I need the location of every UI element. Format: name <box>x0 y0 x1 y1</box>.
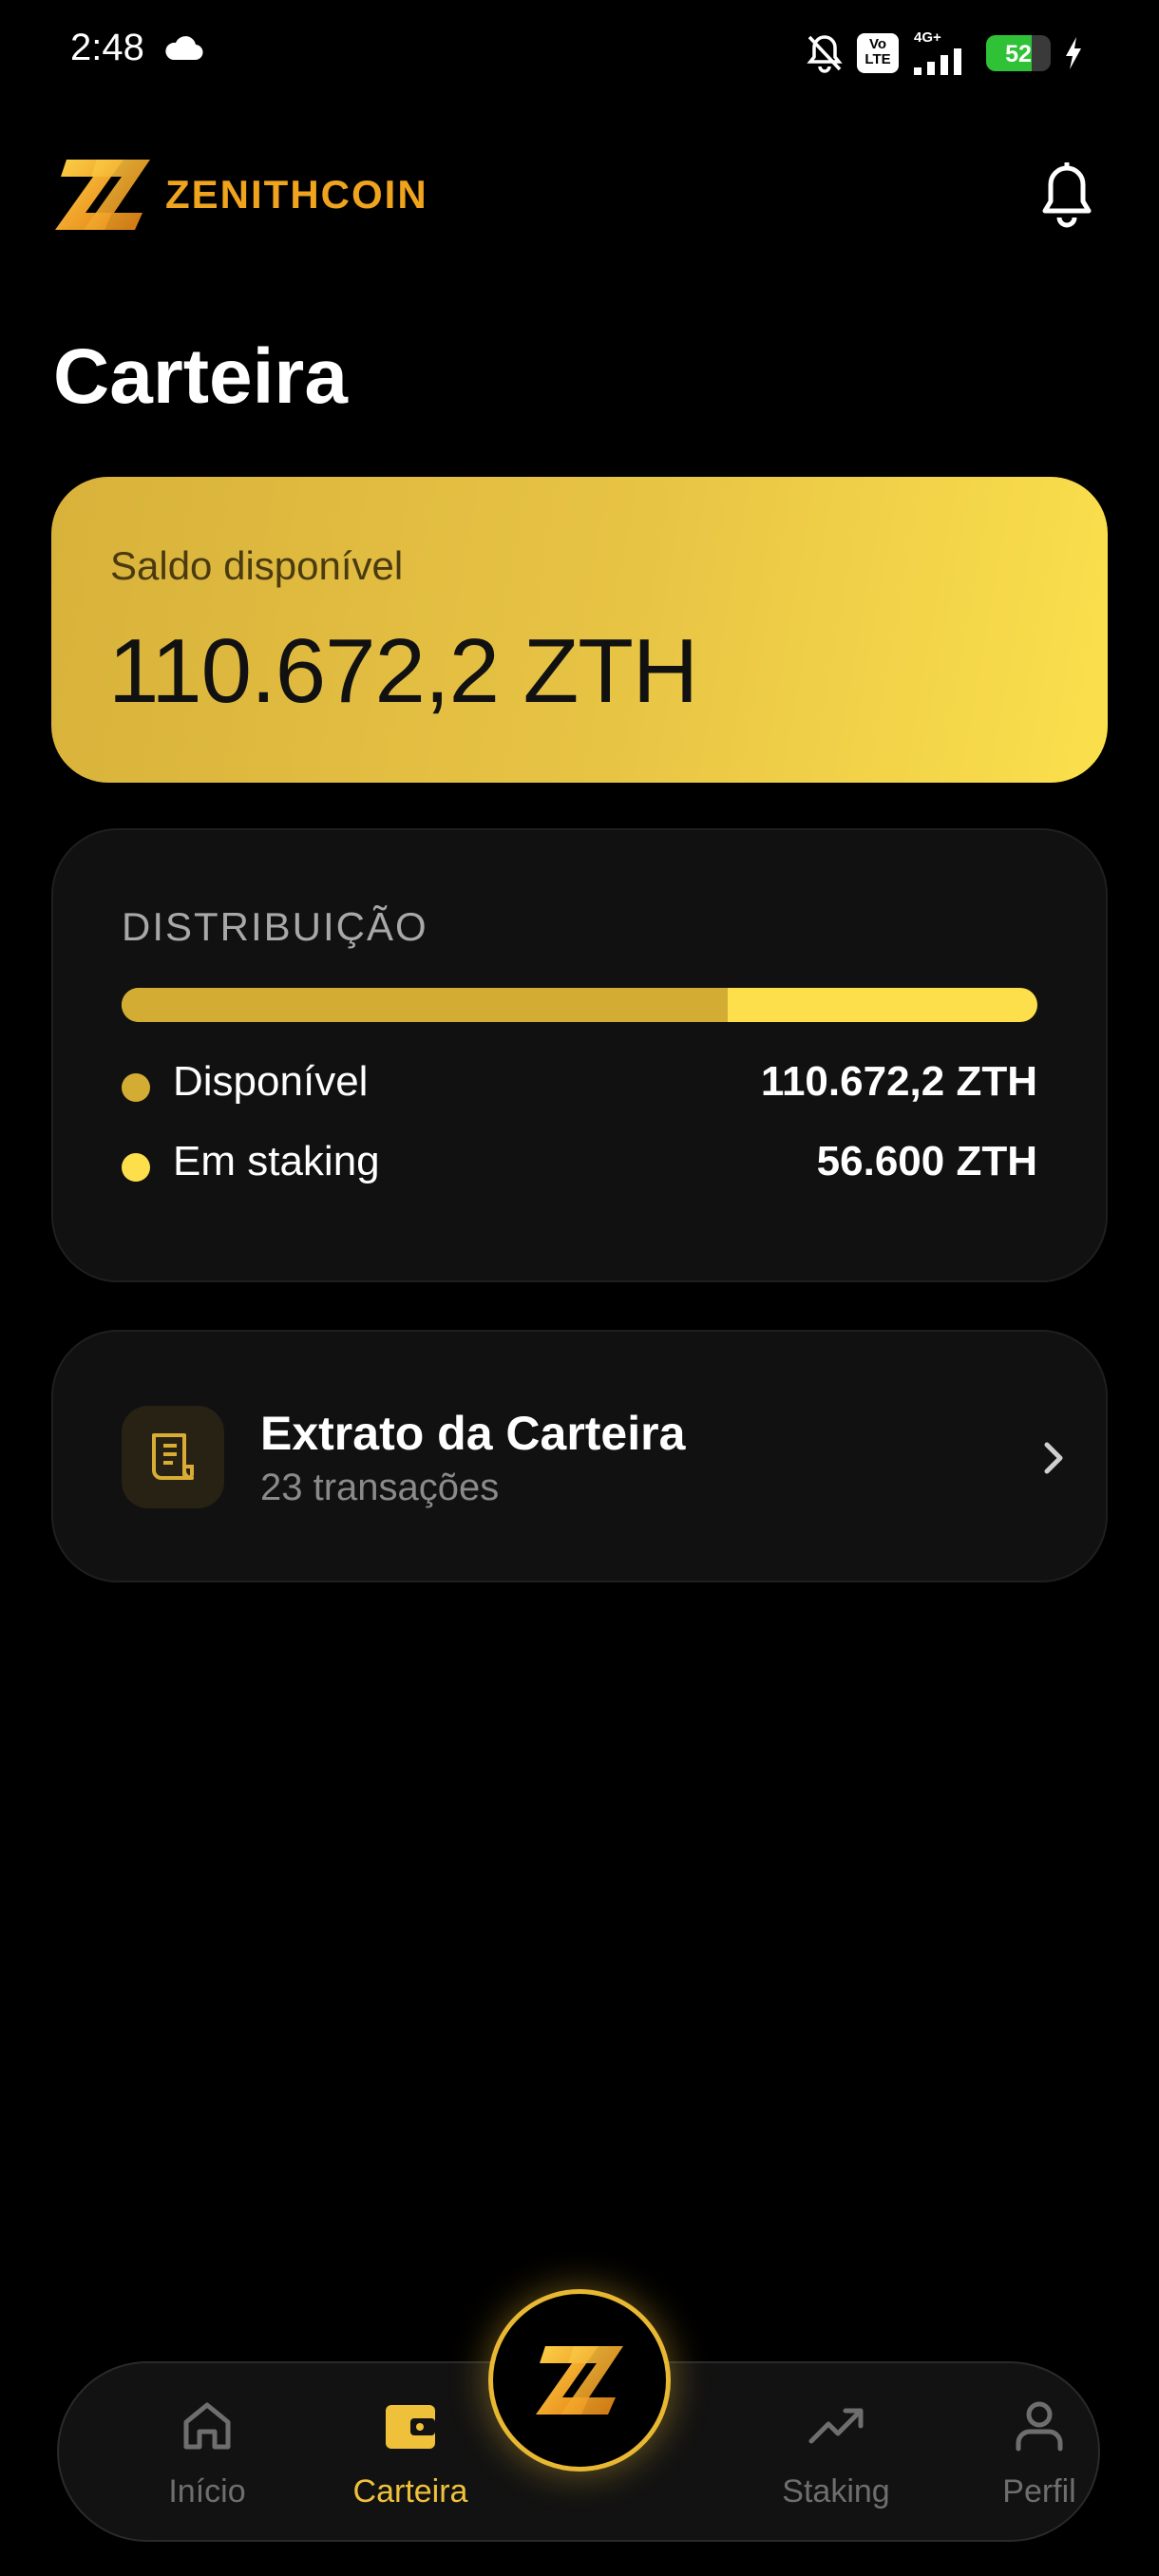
network-type: 4G+ <box>914 29 941 46</box>
distribution-card: DISTRIBUIÇÃO Disponível 110.672,2 ZTH Em… <box>51 828 1108 1282</box>
distribution-bar-available <box>122 988 729 1022</box>
nav-label: Início <box>168 2473 246 2510</box>
receipt-icon <box>152 1433 194 1480</box>
legend-dot-staking <box>122 1153 150 1182</box>
balance-card: Saldo disponível 110.672,2 ZTH <box>51 477 1108 783</box>
wallet-statement-card[interactable]: Extrato da Carteira 23 transações <box>51 1330 1108 1582</box>
volte-badge: Vo LTE <box>857 33 899 73</box>
zenithcoin-logo-mark <box>55 160 150 230</box>
statement-title: Extrato da Carteira <box>260 1407 686 1460</box>
bell-off-icon <box>807 35 843 73</box>
trending-up-icon <box>808 2408 864 2444</box>
nav-item-wallet[interactable]: Carteira <box>325 2397 496 2521</box>
battery-indicator: 52 <box>986 35 1051 71</box>
brand-name: ZENITHCOIN <box>165 172 428 217</box>
signal-icon <box>914 48 961 75</box>
battery-level: 52 <box>1005 41 1032 67</box>
legend-dot-available <box>122 1073 150 1102</box>
distribution-row-staking: Em staking 56.600 ZTH <box>122 1138 1037 1195</box>
page-title: Carteira <box>53 333 348 420</box>
nav-item-home[interactable]: Início <box>122 2397 293 2521</box>
nav-label: Carteira <box>352 2473 468 2510</box>
cloud-icon <box>165 36 203 61</box>
user-icon <box>1016 2401 1063 2452</box>
home-icon <box>183 2402 231 2450</box>
distribution-title: DISTRIBUIÇÃO <box>122 904 428 949</box>
status-bar: 2:48 Vo LTE 4G+ 52 <box>0 0 1159 104</box>
distribution-bar <box>122 988 1037 1022</box>
zenithcoin-center-button[interactable] <box>488 2289 671 2472</box>
status-time: 2:48 <box>70 27 144 68</box>
distribution-value: 56.600 ZTH <box>816 1138 1037 1184</box>
balance-label: Saldo disponível <box>110 543 404 588</box>
zenithcoin-logo-icon <box>536 2346 623 2415</box>
signal-indicator: 4G+ <box>912 29 973 75</box>
statement-subtitle: 23 transações <box>260 1467 500 1508</box>
distribution-label: Disponível <box>173 1058 369 1105</box>
nav-item-profile[interactable]: Perfil <box>954 2397 1125 2521</box>
notifications-button[interactable] <box>1034 160 1100 232</box>
distribution-label: Em staking <box>173 1138 380 1184</box>
nav-item-staking[interactable]: Staking <box>750 2397 922 2521</box>
receipt-icon-tile <box>122 1406 224 1508</box>
nav-label: Staking <box>782 2473 890 2510</box>
distribution-row-available: Disponível 110.672,2 ZTH <box>122 1058 1037 1115</box>
bell-icon <box>1042 162 1092 228</box>
distribution-value: 110.672,2 ZTH <box>760 1058 1037 1105</box>
brand-logo: ZENITHCOIN <box>53 156 428 234</box>
charging-bolt-icon <box>1066 37 1081 69</box>
balance-value: 110.672,2 ZTH <box>108 620 698 722</box>
nav-label: Perfil <box>1002 2473 1076 2510</box>
wallet-icon <box>386 2405 435 2449</box>
chevron-right-icon <box>1044 1442 1063 1474</box>
